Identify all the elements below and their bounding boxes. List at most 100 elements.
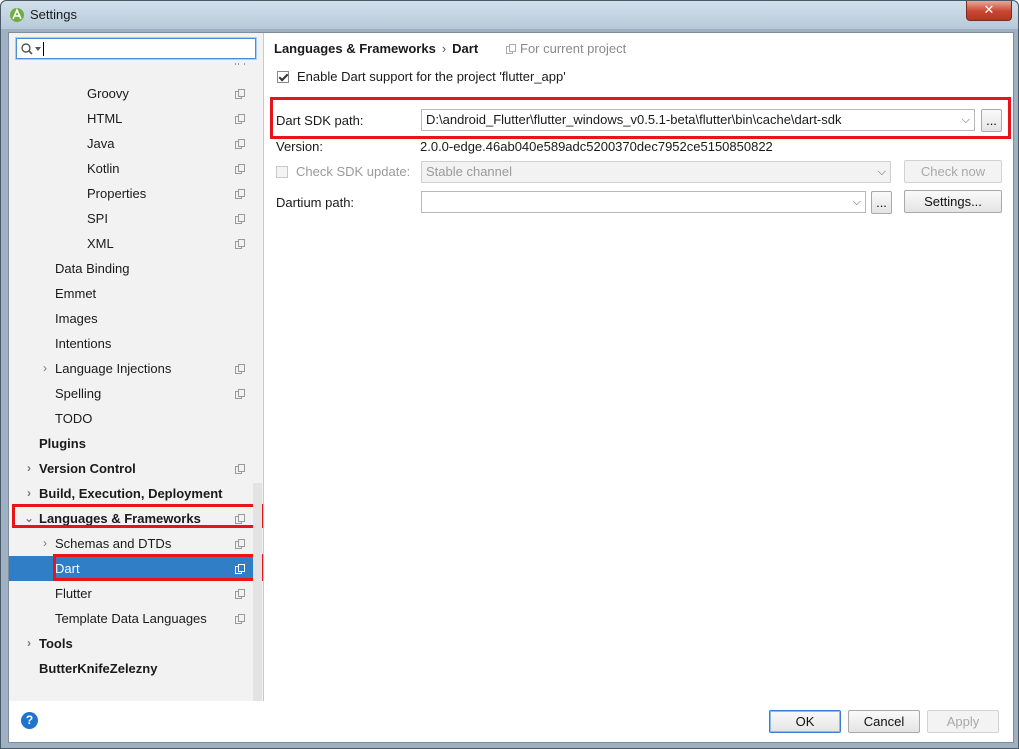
project-scope-icon (235, 189, 245, 199)
tree-item-label: Flutter (55, 586, 92, 601)
tree-item-label: Java (87, 136, 115, 151)
tree-item-label: Plugins (39, 436, 86, 451)
tree-item-label: Properties (87, 186, 147, 201)
chevron-right-icon[interactable]: › (39, 356, 51, 381)
tree-item-html[interactable]: HTML (9, 106, 263, 131)
tree-item-spi[interactable]: SPI (9, 206, 263, 231)
tree-scrollbar[interactable] (253, 483, 262, 701)
dartium-browse-button[interactable]: ... (871, 191, 892, 214)
enable-dart-row[interactable]: Enable Dart support for the project 'flu… (277, 69, 566, 84)
tree-item-label: Images (55, 311, 98, 326)
tree-item-java[interactable]: Java (9, 131, 263, 156)
tree-item-label: Build, Execution, Deployment (39, 486, 223, 501)
tree-item-label: Data Binding (55, 261, 130, 276)
tree-item-language-injections[interactable]: › Language Injections (9, 356, 263, 381)
project-scope-icon (235, 214, 245, 224)
project-scope-icon (235, 539, 245, 549)
scope-label: For current project (520, 41, 627, 56)
project-scope-hint: For current project (506, 41, 626, 56)
tree-item-butterknifezelezny[interactable]: ButterKnifeZelezny (9, 656, 263, 681)
window-title: Settings (30, 7, 77, 22)
chevron-right-icon[interactable]: › (23, 481, 35, 506)
settings-tree-pane: EditorDartGroovyHTMLJavaKotlinProperties… (9, 33, 264, 701)
tree-item-label: SPI (87, 211, 108, 226)
version-value: 2.0.0-edge.46ab040e589adc5200370dec7952c… (420, 139, 773, 154)
tree-item-emmet[interactable]: Emmet (9, 281, 263, 306)
project-scope-icon (235, 114, 245, 124)
tree-item-schemas-and-dtds[interactable]: › Schemas and DTDs (9, 531, 263, 556)
cancel-button[interactable]: Cancel (848, 710, 920, 733)
apply-button[interactable]: Apply (927, 710, 999, 733)
check-update-checkbox[interactable] (276, 166, 288, 178)
chevron-right-icon[interactable]: › (23, 631, 35, 656)
chevron-right-icon[interactable]: › (23, 456, 35, 481)
search-field[interactable] (16, 38, 256, 59)
tree-item-plugins[interactable]: Plugins (9, 431, 263, 456)
breadcrumb-current: Dart (452, 41, 479, 56)
copy-icon (506, 44, 516, 54)
tree-item-tools[interactable]: › Tools (9, 631, 263, 656)
tree-item-label: Schemas and DTDs (55, 536, 172, 551)
check-update-label: Check SDK update: (296, 164, 411, 179)
project-scope-icon (235, 63, 245, 65)
tree-item-label: ButterKnifeZelezny (39, 661, 158, 676)
help-icon[interactable]: ? (21, 712, 38, 729)
tree-item-label: HTML (87, 111, 123, 126)
dartium-settings-button[interactable]: Settings... (904, 190, 1002, 213)
check-update-row[interactable]: Check SDK update: (276, 164, 410, 179)
enable-dart-label: Enable Dart support for the project 'flu… (297, 69, 566, 84)
tree-item-label: Version Control (39, 461, 136, 476)
android-studio-icon (10, 8, 24, 22)
settings-window: Settings ✕ EditorDartGroovyHTMLJavaKotli… (0, 0, 1019, 749)
check-now-button[interactable]: Check now (904, 160, 1002, 183)
tree-item-data-binding[interactable]: Data Binding (9, 256, 263, 281)
project-scope-icon (235, 89, 245, 99)
breadcrumb-parent: Languages & Frameworks (274, 41, 436, 56)
update-channel-select[interactable]: Stable channel ⌵ (421, 161, 891, 183)
version-label: Version: (276, 139, 323, 154)
tree-item-label: Emmet (55, 286, 97, 301)
enable-dart-checkbox[interactable] (277, 71, 289, 83)
project-scope-icon (235, 164, 245, 174)
ok-button[interactable]: OK (769, 710, 841, 733)
project-scope-icon (235, 364, 245, 374)
tree-item-label: XML (87, 236, 114, 251)
tree-item-label: Language Injections (55, 361, 172, 376)
dialog-body: EditorDartGroovyHTMLJavaKotlinProperties… (8, 32, 1014, 743)
settings-tree: EditorDartGroovyHTMLJavaKotlinProperties… (9, 63, 263, 701)
tree-item-xml[interactable]: XML (9, 231, 263, 256)
chevron-down-icon: ⌵ (852, 196, 861, 208)
title-bar: Settings ✕ (1, 1, 1018, 29)
project-scope-icon (235, 389, 245, 399)
tree-item-label: Groovy (87, 86, 129, 101)
close-window-button[interactable]: ✕ (966, 1, 1012, 21)
tree-item-label: Tools (39, 636, 73, 651)
tree-item-groovy[interactable]: Groovy (9, 81, 263, 106)
tree-item-intentions[interactable]: Intentions (9, 331, 263, 356)
tree-item-label: Kotlin (87, 161, 120, 176)
tree-item-label: Intentions (55, 336, 112, 351)
project-scope-icon (235, 589, 245, 599)
tree-item-label: Spelling (55, 386, 102, 401)
languages-frameworks-highlight-box (12, 504, 263, 528)
tree-item-kotlin[interactable]: Kotlin (9, 156, 263, 181)
tree-item-properties[interactable]: Properties (9, 181, 263, 206)
tree-item-dart[interactable]: Dart (9, 63, 263, 65)
tree-item-build-execution-deployment[interactable]: › Build, Execution, Deployment (9, 481, 263, 506)
tree-item-version-control[interactable]: › Version Control (9, 456, 263, 481)
tree-item-flutter[interactable]: Flutter (9, 581, 263, 606)
tree-item-todo[interactable]: TODO (9, 406, 263, 431)
project-scope-icon (235, 614, 245, 624)
sdk-highlight-box (270, 97, 1011, 139)
tree-item-images[interactable]: Images (9, 306, 263, 331)
chevron-right-icon[interactable]: › (39, 531, 51, 556)
dartium-path-combo[interactable]: ⌵ (421, 191, 866, 213)
breadcrumb-separator: › (441, 41, 447, 56)
search-icon (21, 43, 41, 55)
project-scope-icon (235, 239, 245, 249)
tree-item-spelling[interactable]: Spelling (9, 381, 263, 406)
tree-item-template-data-languages[interactable]: Template Data Languages (9, 606, 263, 631)
breadcrumb: Languages & Frameworks › Dart (274, 41, 478, 56)
project-scope-icon (235, 139, 245, 149)
text-caret (43, 42, 44, 56)
